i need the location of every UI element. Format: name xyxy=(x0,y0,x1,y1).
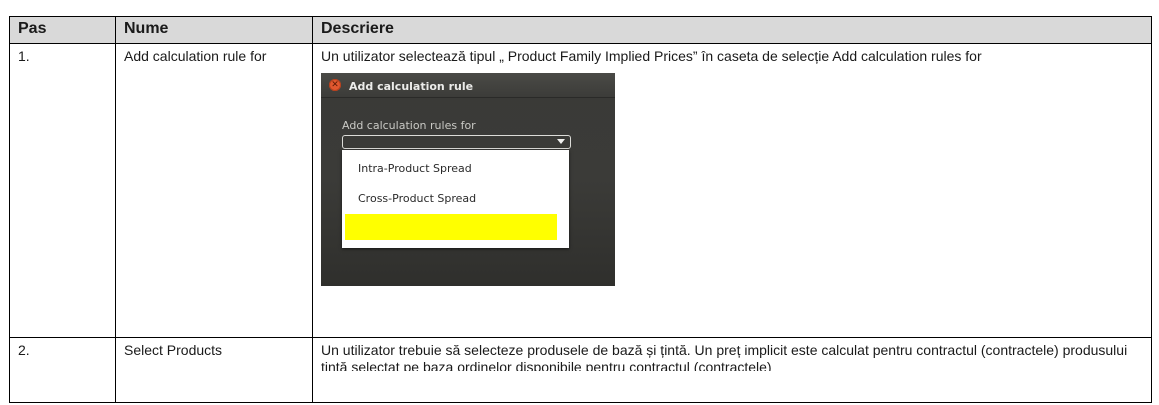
rules-for-select[interactable] xyxy=(342,135,571,149)
close-icon[interactable]: ✕ xyxy=(329,79,341,91)
table-header-row: Pas Nume Descriere xyxy=(9,16,1152,44)
step-description: Un utilizator trebuie să selecteze produ… xyxy=(321,342,1128,371)
step-description-cell: Un utilizator trebuie să selecteze produ… xyxy=(312,337,1152,403)
step-name: Add calculation rule for xyxy=(115,43,313,338)
dialog-title: Add calculation rule xyxy=(349,80,474,93)
header-nume: Nume xyxy=(115,16,313,44)
step-number: 2. xyxy=(9,337,116,403)
option-highlighted[interactable] xyxy=(345,214,557,240)
option-cross-product-spread[interactable]: Cross-Product Spread xyxy=(358,190,476,207)
header-pas: Pas xyxy=(9,16,116,44)
dialog-titlebar: ✕ Add calculation rule xyxy=(321,73,615,98)
header-descriere: Descriere xyxy=(312,16,1152,44)
step-description: Un utilizator selectează tipul „ Product… xyxy=(321,48,982,64)
table-row: 2. Select Products Un utilizator trebuie… xyxy=(9,337,1152,403)
step-name: Select Products xyxy=(115,337,313,403)
chevron-down-icon xyxy=(557,139,565,144)
step-number: 1. xyxy=(9,43,116,338)
rules-for-dropdown-menu: Intra-Product Spread Cross-Product Sprea… xyxy=(342,150,569,248)
steps-table: Pas Nume Descriere 1. Add calculation ru… xyxy=(9,16,1152,403)
table-row: 1. Add calculation rule for Un utilizato… xyxy=(9,43,1152,338)
rules-for-label: Add calculation rules for xyxy=(342,119,476,132)
step-description-cell: Un utilizator selectează tipul „ Product… xyxy=(312,43,1152,338)
calculation-rule-dialog: ✕ Add calculation rule Add calculation r… xyxy=(321,73,615,286)
option-intra-product-spread[interactable]: Intra-Product Spread xyxy=(358,160,472,177)
